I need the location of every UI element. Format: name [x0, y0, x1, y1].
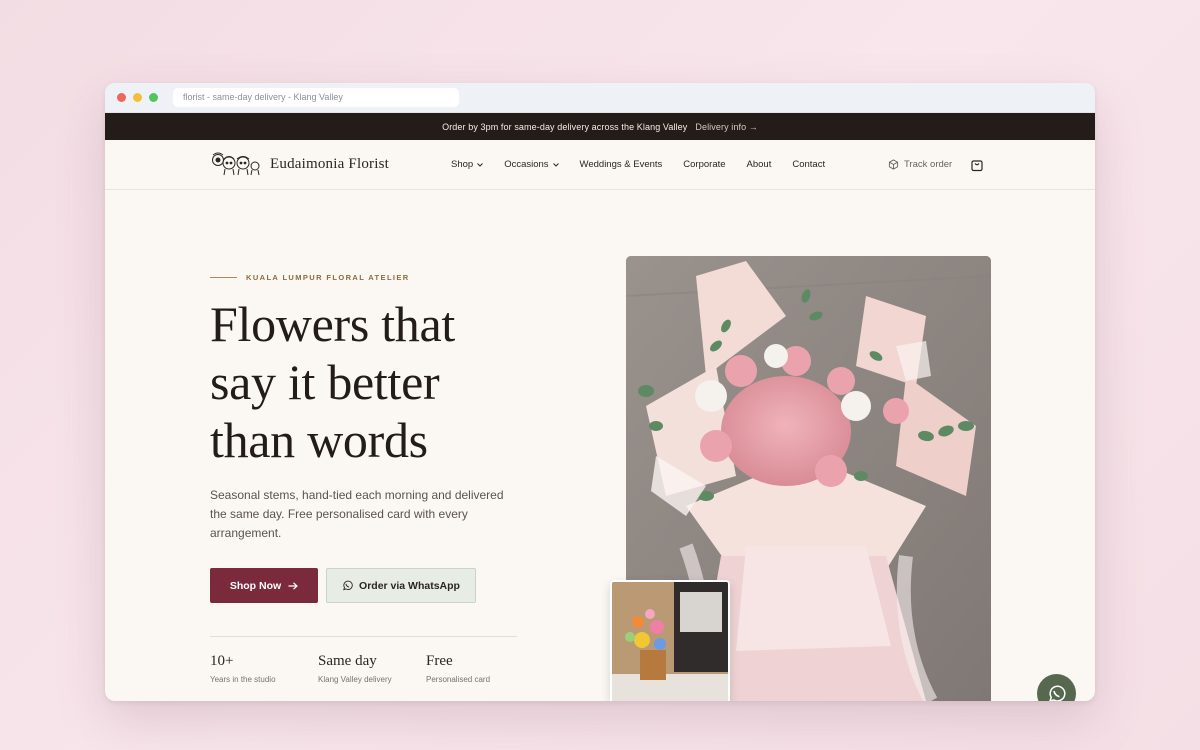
maximize-window-button[interactable]: [149, 93, 158, 102]
nav-item-shop[interactable]: Shop: [451, 159, 484, 170]
announcement-text: Order by 3pm for same-day delivery acros…: [442, 121, 688, 132]
nav-item-label: Occasions: [504, 159, 549, 170]
browser-chrome: florist - same-day delivery - Klang Vall…: [105, 83, 1095, 113]
nav-menu: Shop Occasions Weddings & Events Corpora…: [451, 140, 825, 189]
nav-actions: Track order: [888, 140, 984, 189]
eyebrow-rule: [210, 277, 237, 278]
hero-subtext: Seasonal stems, hand-tied each morning a…: [210, 488, 504, 540]
cart-icon[interactable]: [970, 158, 984, 172]
nav-item-about[interactable]: About: [747, 159, 772, 170]
nav-item-label: Contact: [792, 159, 826, 170]
minimize-window-button[interactable]: [133, 93, 142, 102]
stat-value: Same day: [318, 653, 377, 669]
brand-name: Eudaimonia Florist: [270, 155, 390, 172]
headline-line: say it better: [210, 354, 440, 410]
stat-item: 10+ Years in the studio: [210, 653, 318, 684]
stat-label: Years in the studio: [210, 675, 276, 684]
headline-line: Flowers that: [210, 296, 455, 352]
window-controls: [117, 93, 158, 102]
hero-buttons: Shop Now Order via WhatsApp: [210, 568, 476, 603]
brand-logo-icon: [212, 152, 260, 176]
stat-label: Klang Valley delivery: [318, 675, 392, 684]
arrow-right-icon: [288, 581, 299, 590]
url-bar[interactable]: florist - same-day delivery - Klang Vall…: [173, 88, 459, 107]
bouquet-thumbnail[interactable]: [610, 580, 730, 701]
nav-item-corporate[interactable]: Corporate: [683, 159, 725, 170]
nav-item-label: Shop: [451, 159, 474, 170]
headline-line: than words: [210, 412, 428, 468]
main-nav: Eudaimonia Florist Shop Occasions Weddin…: [105, 140, 1095, 190]
track-order-link[interactable]: Track order: [888, 159, 952, 170]
track-order-label: Track order: [904, 159, 953, 170]
stat-item: Free Personalised card: [426, 653, 534, 684]
package-icon: [888, 159, 899, 170]
nav-item-contact[interactable]: Contact: [792, 159, 825, 170]
nav-item-label: Corporate: [683, 159, 726, 170]
nav-item-weddings-events[interactable]: Weddings & Events: [580, 159, 663, 170]
whatsapp-chat-button[interactable]: [1037, 674, 1076, 701]
stat-value: Free: [426, 653, 453, 669]
close-window-button[interactable]: [117, 93, 126, 102]
stats-divider: [210, 636, 517, 637]
order-whatsapp-button[interactable]: Order via WhatsApp: [326, 568, 476, 603]
nav-item-label: Weddings & Events: [579, 159, 663, 170]
nav-item-occasions[interactable]: Occasions: [504, 159, 559, 170]
thumbnail-illustration: [612, 582, 728, 701]
hero-stats: 10+ Years in the studio Same day Klang V…: [210, 653, 534, 684]
hero-headline: Flowers that say it better than words: [210, 295, 540, 469]
stat-item: Same day Klang Valley delivery: [318, 653, 426, 684]
stat-value: 10+: [210, 653, 234, 669]
delivery-info-link[interactable]: Delivery info →: [695, 122, 758, 132]
chevron-down-icon: [552, 162, 559, 167]
hero-eyebrow: KUALA LUMPUR FLORAL ATELIER: [210, 273, 510, 282]
stat-label: Personalised card: [426, 675, 491, 684]
announcement-bar: Order by 3pm for same-day delivery acros…: [105, 113, 1095, 140]
shop-now-label: Shop Now: [229, 579, 282, 592]
eyebrow-text: KUALA LUMPUR FLORAL ATELIER: [246, 273, 410, 282]
shop-now-button[interactable]: Shop Now: [210, 568, 318, 603]
whatsapp-icon: [343, 580, 353, 591]
browser-window: florist - same-day delivery - Klang Vall…: [105, 83, 1095, 701]
whatsapp-icon: [1048, 685, 1066, 701]
brand-logo[interactable]: Eudaimonia Florist: [209, 151, 389, 177]
order-whatsapp-label: Order via WhatsApp: [359, 579, 460, 592]
nav-item-label: About: [746, 159, 772, 170]
chevron-down-icon: [477, 162, 484, 167]
